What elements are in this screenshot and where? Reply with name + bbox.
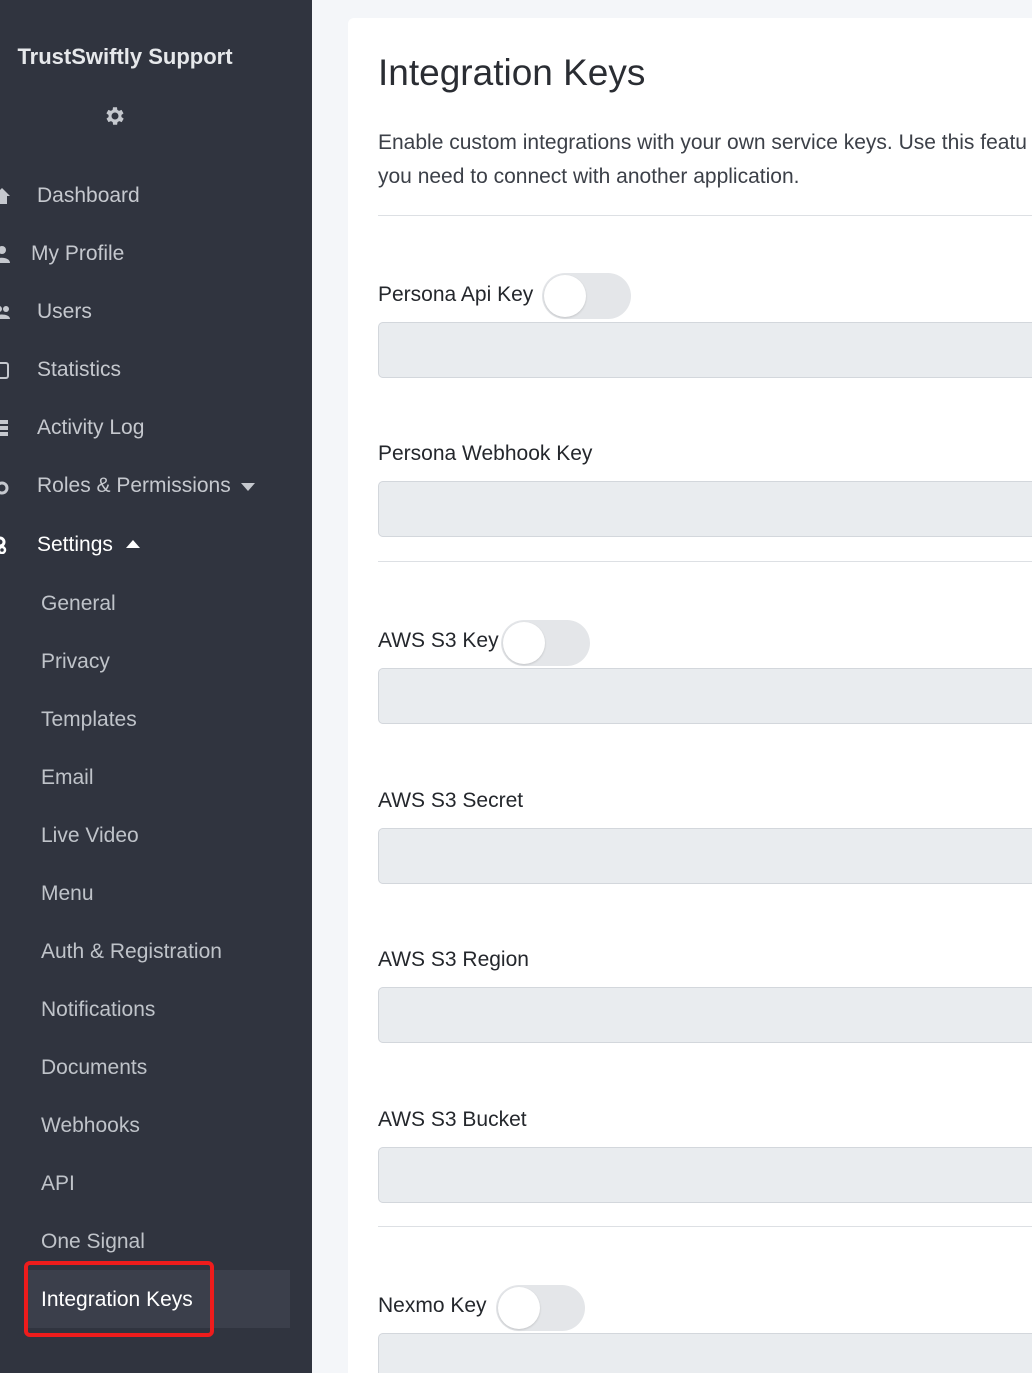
sidebar-item-label: Roles & Permissions xyxy=(37,474,231,497)
page-title: Integration Keys xyxy=(378,52,646,93)
brand-title: TrustSwiftly Support xyxy=(17,44,233,69)
aws-s3-key-label: AWS S3 Key xyxy=(378,629,499,652)
gear-icon[interactable] xyxy=(103,104,127,128)
section-divider xyxy=(378,1226,1032,1227)
sidebar-item-label: Dashboard xyxy=(37,184,140,207)
sidebar-subitem-auth-registration[interactable]: Auth & Registration xyxy=(41,932,222,972)
sidebar-subitem-one-signal[interactable]: One Signal xyxy=(41,1222,145,1262)
aws-s3-secret-label: AWS S3 Secret xyxy=(378,789,524,812)
sidebar-subitem-general[interactable]: General xyxy=(41,584,116,624)
sidebar: TrustSwiftly Support Dashboard My Profil… xyxy=(0,0,312,1373)
home-icon xyxy=(0,188,10,204)
persona-webhook-key-input[interactable] xyxy=(378,481,1032,537)
sidebar-item-roles-permissions[interactable]: Roles & Permissions xyxy=(0,466,300,506)
aws-s3-key-input[interactable] xyxy=(378,668,1032,724)
sidebar-item-label: Statistics xyxy=(37,358,122,381)
aws-s3-bucket-input[interactable] xyxy=(378,1147,1032,1203)
sidebar-subitem-live-video[interactable]: Live Video xyxy=(41,816,139,856)
sidebar-item-label: My Profile xyxy=(31,242,125,265)
page-description: Enable custom integrations with your own… xyxy=(378,126,1032,194)
sidebar-subitem-email[interactable]: Email xyxy=(41,758,94,798)
aws-s3-region-label: AWS S3 Region xyxy=(378,948,529,971)
sidebar-item-my-profile[interactable]: My Profile xyxy=(0,234,300,274)
persona-api-key-label: Persona Api Key xyxy=(378,283,534,306)
nexmo-key-toggle[interactable] xyxy=(496,1285,585,1331)
chevron-down-icon xyxy=(241,483,255,491)
aws-s3-region-input[interactable] xyxy=(378,987,1032,1043)
aws-s3-secret-input[interactable] xyxy=(378,828,1032,884)
section-divider xyxy=(378,215,1032,216)
sidebar-subitem-api[interactable]: API xyxy=(41,1164,75,1204)
toggle-knob xyxy=(544,275,586,317)
description-line: Enable custom integrations with your own… xyxy=(378,131,1027,154)
sidebar-subitem-notifications[interactable]: Notifications xyxy=(41,990,155,1030)
aws-s3-key-toggle[interactable] xyxy=(501,620,590,666)
server-icon xyxy=(0,420,8,436)
sidebar-item-users[interactable]: Users xyxy=(0,292,300,332)
sidebar-subitem-privacy[interactable]: Privacy xyxy=(41,642,110,682)
chart-icon xyxy=(0,362,9,379)
sidebar-item-label: Users xyxy=(37,300,92,323)
sidebar-item-statistics[interactable]: Statistics xyxy=(0,350,300,390)
aws-s3-bucket-label: AWS S3 Bucket xyxy=(378,1108,527,1131)
gears-icon xyxy=(0,536,7,554)
chevron-up-icon xyxy=(126,540,140,548)
persona-api-key-input[interactable] xyxy=(378,322,1032,378)
section-divider xyxy=(378,561,1032,562)
sidebar-subitem-menu[interactable]: Menu xyxy=(41,874,94,914)
nexmo-key-label: Nexmo Key xyxy=(378,1294,487,1317)
sidebar-item-dashboard[interactable]: Dashboard xyxy=(0,176,300,216)
toggle-knob xyxy=(503,622,545,664)
sidebar-item-label: Settings xyxy=(37,533,113,556)
gear-icon xyxy=(0,481,9,495)
users-icon xyxy=(0,306,10,319)
sidebar-subitem-templates[interactable]: Templates xyxy=(41,700,137,740)
sidebar-item-activity-log[interactable]: Activity Log xyxy=(0,408,300,448)
nexmo-key-input[interactable] xyxy=(378,1333,1032,1373)
user-icon xyxy=(0,246,10,263)
persona-webhook-key-label: Persona Webhook Key xyxy=(378,442,593,465)
sidebar-subitem-documents[interactable]: Documents xyxy=(41,1048,147,1088)
sidebar-subitem-webhooks[interactable]: Webhooks xyxy=(41,1106,140,1146)
description-line: you need to connect with another applica… xyxy=(378,165,800,188)
sidebar-subitem-integration-keys[interactable]: Integration Keys xyxy=(41,1280,193,1320)
sidebar-item-settings[interactable]: Settings xyxy=(0,525,300,565)
persona-api-key-toggle[interactable] xyxy=(542,273,631,319)
sidebar-item-label: Activity Log xyxy=(37,416,145,439)
toggle-knob xyxy=(498,1287,540,1329)
